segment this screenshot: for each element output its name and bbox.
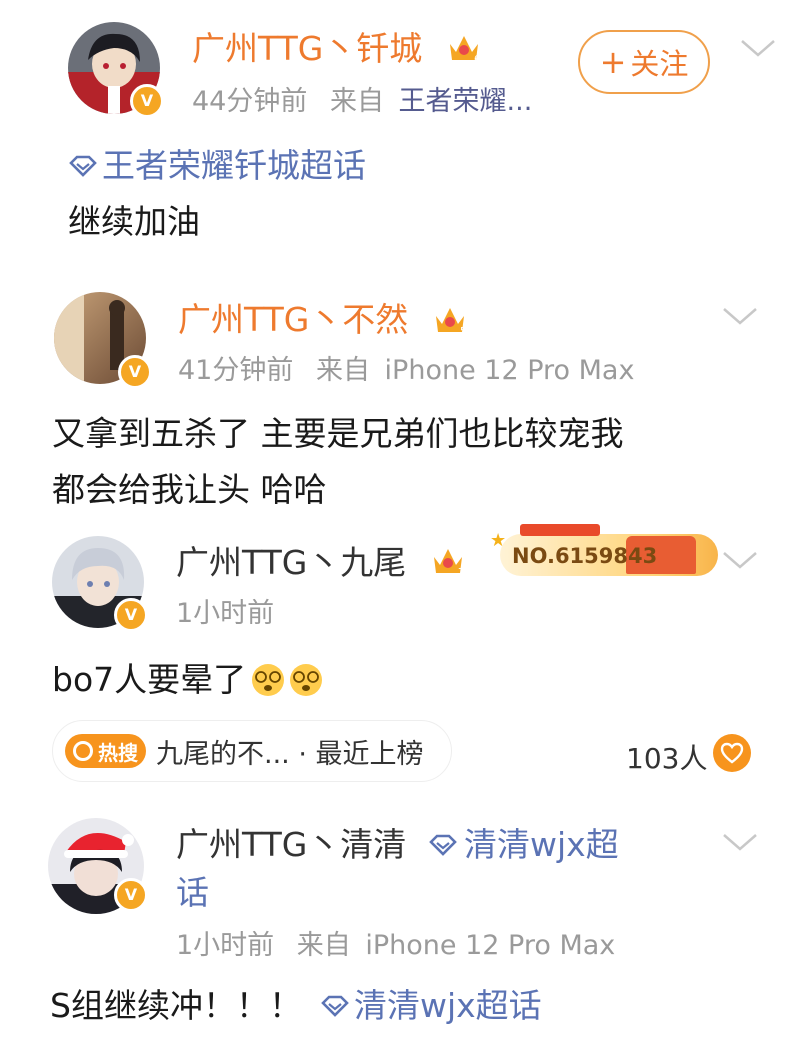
verified-badge-icon: V (114, 878, 148, 912)
super-topic-icon (321, 995, 349, 1017)
super-topic-icon (429, 834, 457, 856)
super-topic-label: 清清wjx超 (464, 825, 619, 864)
super-topic-link[interactable]: 清清wjx超 (428, 828, 619, 861)
post-text: S组继续冲！！！ 清清wjx超话 (50, 978, 542, 1034)
post-4: V 广州TTG丶清清 清清wjx超 话 1小时前 来自 iPhone 12 Pr… (0, 0, 800, 1055)
post-time: 1小时前 (176, 930, 275, 961)
chevron-down-icon[interactable] (722, 832, 758, 852)
username[interactable]: 广州TTG丶清清 (176, 828, 406, 861)
super-topic-link[interactable]: 清清wjx超话 (320, 978, 542, 1034)
super-topic-label-cont[interactable]: 话 (176, 876, 209, 909)
post-source[interactable]: iPhone 12 Pro Max (365, 930, 615, 961)
post-content: S组继续冲！！！ (50, 986, 302, 1025)
from-label: 来自 (296, 930, 351, 961)
username-text: 广州TTG丶清清 (176, 825, 407, 864)
super-topic-label: 清清wjx超话 (353, 986, 542, 1025)
post-meta: 1小时前 来自 iPhone 12 Pro Max (176, 932, 615, 959)
